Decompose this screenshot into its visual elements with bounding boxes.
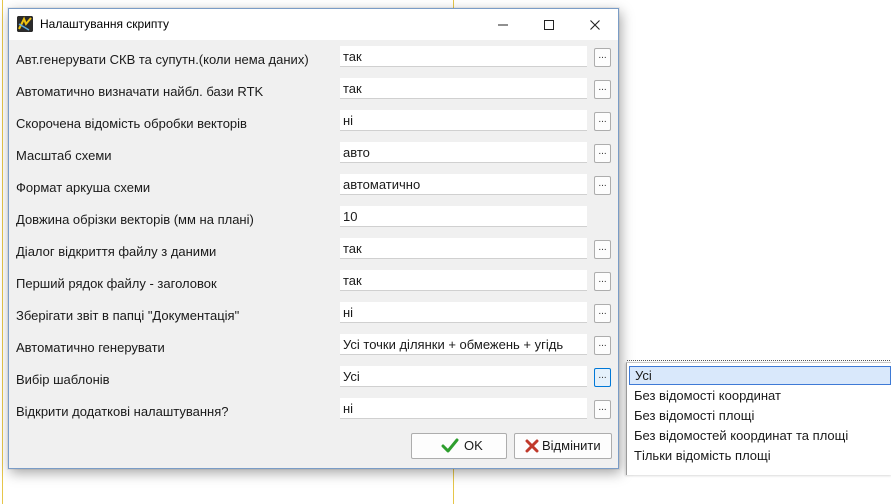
minimize-button[interactable] (480, 9, 526, 40)
dropdown-top-edge (627, 360, 891, 364)
cross-icon (525, 438, 539, 462)
dropdown-option[interactable]: Без відомості координат (629, 386, 891, 405)
setting-value-field[interactable]: 10 (340, 206, 587, 227)
setting-value-field[interactable]: ні (340, 302, 587, 323)
setting-value-field[interactable]: Усі точки ділянки + обмежень + угідь (340, 334, 587, 355)
maximize-button[interactable] (526, 9, 572, 40)
setting-row: Скорочена відомість обробки векторів ні … (9, 110, 618, 136)
setting-value-field[interactable]: так (340, 78, 587, 99)
setting-row: Перший рядок файлу - заголовок так ... (9, 270, 618, 296)
close-button[interactable] (572, 9, 618, 40)
setting-value-field[interactable]: ні (340, 398, 587, 419)
ok-button-label: OK (464, 438, 483, 453)
setting-row: Формат аркуша схеми автоматично ... (9, 174, 618, 200)
script-settings-dialog: Налаштування скрипту Авт.генерувати СКВ … (8, 8, 619, 469)
setting-row: Вибір шаблонів Усі ... (9, 366, 618, 392)
background-guide-line (2, 0, 3, 504)
ellipsis-button[interactable]: ... (594, 240, 611, 259)
setting-label: Авт.генерувати СКВ та супутн.(коли нема … (16, 52, 309, 67)
setting-label: Довжина обрізки векторів (мм на плані) (16, 212, 254, 227)
setting-row: Автоматично визначати найбл. бази RTK та… (9, 78, 618, 104)
setting-label: Відкрити додаткові налаштування? (16, 404, 229, 419)
setting-row: Авт.генерувати СКВ та супутн.(коли нема … (9, 46, 618, 72)
setting-label: Перший рядок файлу - заголовок (16, 276, 217, 291)
setting-value-field[interactable]: Усі (340, 366, 587, 387)
dropdown-option[interactable]: Без відомостей координат та площі (629, 426, 891, 445)
title-bar[interactable]: Налаштування скрипту (9, 9, 618, 40)
cancel-button[interactable]: Відмінити (514, 433, 612, 459)
setting-label: Автоматично генерувати (16, 340, 165, 355)
maximize-icon (544, 20, 554, 30)
setting-label: Діалог відкриття файлу з даними (16, 244, 217, 259)
setting-row: Зберігати звіт в папці "Документація" ні… (9, 302, 618, 328)
app-script-icon (17, 16, 33, 32)
setting-row: Відкрити додаткові налаштування? ні ... (9, 398, 618, 424)
setting-value-field[interactable]: так (340, 238, 587, 259)
setting-value-field[interactable]: так (340, 270, 587, 291)
ellipsis-button[interactable]: ... (594, 400, 611, 419)
setting-row: Діалог відкриття файлу з даними так ... (9, 238, 618, 264)
setting-label: Автоматично визначати найбл. бази RTK (16, 84, 264, 99)
setting-row: Масштаб схеми авто ... (9, 142, 618, 168)
ellipsis-button[interactable]: ... (594, 48, 611, 67)
setting-value-field[interactable]: так (340, 46, 587, 67)
checkmark-icon (441, 438, 459, 462)
ellipsis-button[interactable]: ... (594, 176, 611, 195)
template-choice-dropdown: Усі Без відомості координат Без відомост… (626, 360, 891, 475)
setting-label: Масштаб схеми (16, 148, 112, 163)
ellipsis-button[interactable]: ... (594, 80, 611, 99)
ellipsis-button[interactable]: ... (594, 336, 611, 355)
setting-row: Автоматично генерувати Усі точки ділянки… (9, 334, 618, 360)
setting-value-field[interactable]: автоматично (340, 174, 587, 195)
setting-label: Зберігати звіт в папці "Документація" (16, 308, 240, 323)
setting-value-field[interactable]: авто (340, 142, 587, 163)
ok-button[interactable]: OK (411, 433, 507, 459)
setting-label: Формат аркуша схеми (16, 180, 151, 195)
close-icon (590, 20, 600, 30)
dropdown-option[interactable]: Без відомості площі (629, 406, 891, 425)
setting-row: Довжина обрізки векторів (мм на плані) 1… (9, 206, 618, 232)
dropdown-option[interactable]: Усі (629, 366, 891, 385)
ellipsis-button[interactable]: ... (594, 112, 611, 131)
setting-value-field[interactable]: ні (340, 110, 587, 131)
setting-label: Вибір шаблонів (16, 372, 110, 387)
setting-label: Скорочена відомість обробки векторів (16, 116, 247, 131)
ellipsis-button[interactable]: ... (594, 144, 611, 163)
ellipsis-button[interactable]: ... (594, 368, 611, 387)
window-title: Налаштування скрипту (40, 17, 170, 31)
ellipsis-button[interactable]: ... (594, 272, 611, 291)
ellipsis-button[interactable]: ... (594, 304, 611, 323)
dropdown-option[interactable]: Тільки відомість площі (629, 446, 891, 465)
cancel-button-label: Відмінити (542, 438, 601, 453)
minimize-icon (498, 24, 508, 26)
